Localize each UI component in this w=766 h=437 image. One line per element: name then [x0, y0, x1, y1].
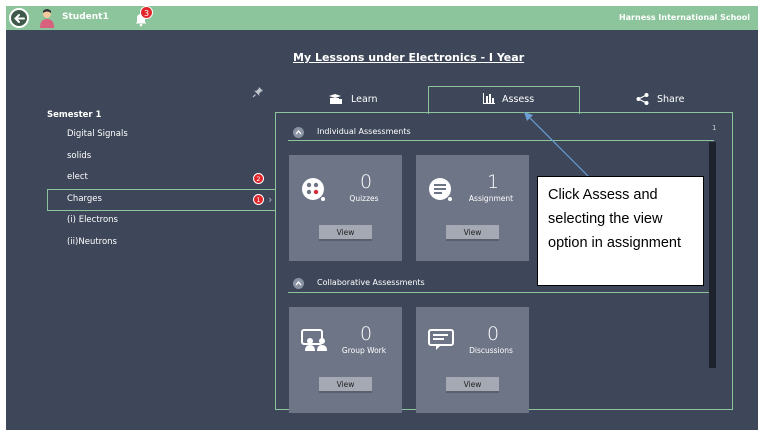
instruction-callout: Click Assess and selecting the view opti… [537, 176, 704, 286]
